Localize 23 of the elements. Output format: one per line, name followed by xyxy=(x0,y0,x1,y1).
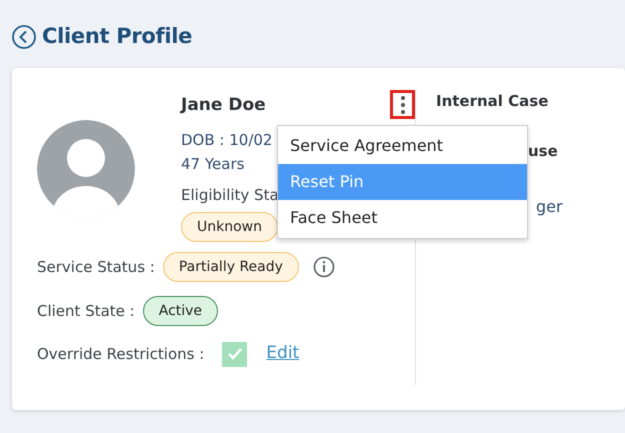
dob-text: DOB : 10/02 xyxy=(181,130,272,151)
side-text: ger xyxy=(536,196,563,218)
side-text: use xyxy=(528,141,558,162)
avatar-icon xyxy=(37,120,135,218)
back-icon[interactable] xyxy=(12,24,36,48)
eligibility-label: Eligibility Sta xyxy=(181,185,279,206)
more-button[interactable] xyxy=(390,90,415,119)
service-status-badge: Partially Ready xyxy=(162,252,299,282)
eligibility-badge: Unknown xyxy=(181,212,278,242)
menu-item[interactable]: Face Sheet xyxy=(278,200,527,236)
case-manager-heading: Internal Case xyxy=(436,91,548,112)
menu-item[interactable]: Service Agreement xyxy=(278,128,527,164)
age-text: 47 Years xyxy=(181,154,244,175)
override-checkbox[interactable] xyxy=(222,342,248,366)
check-icon xyxy=(226,347,243,361)
service-status-label: Service Status : xyxy=(37,256,155,278)
client-state-badge: Active xyxy=(142,296,218,326)
client-name: Jane Doe xyxy=(181,94,266,117)
page-title: Client Profile xyxy=(42,22,192,50)
edit-link[interactable]: Edit xyxy=(266,341,300,367)
info-icon[interactable] xyxy=(312,256,335,278)
override-label: Override Restrictions : xyxy=(37,344,204,365)
client-state-label: Client State : xyxy=(37,300,135,322)
